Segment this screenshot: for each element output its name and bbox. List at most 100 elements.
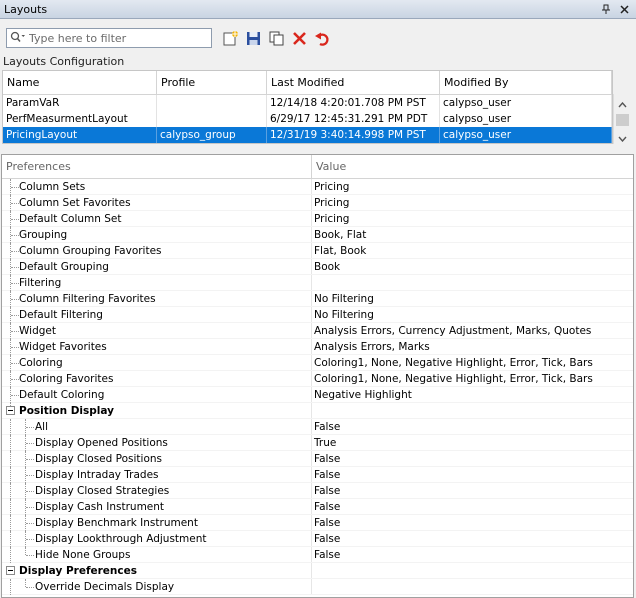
pin-icon[interactable] xyxy=(600,3,612,15)
delete-icon[interactable] xyxy=(291,30,308,47)
preference-row[interactable]: Default Grouping Book xyxy=(2,259,633,275)
layouts-scrollbar[interactable] xyxy=(613,94,630,144)
copy-icon[interactable] xyxy=(268,30,285,47)
preference-value[interactable]: Coloring1, None, Negative Highlight, Err… xyxy=(312,355,593,370)
preference-value[interactable]: False xyxy=(312,499,340,514)
column-header-last-modified[interactable]: Last Modified xyxy=(267,71,440,94)
column-header-name[interactable]: Name xyxy=(3,71,157,94)
preference-name-cell: Display Intraday Trades xyxy=(2,467,312,483)
preference-label: Column Set Favorites xyxy=(19,196,131,209)
search-icon xyxy=(10,31,26,46)
preference-value[interactable]: False xyxy=(312,531,340,546)
preference-value[interactable]: False xyxy=(312,483,340,498)
column-header-modified-by[interactable]: Modified By xyxy=(440,71,612,94)
table-row[interactable]: PerfMeasurmentLayout 6/29/17 12:45:31.29… xyxy=(3,111,612,127)
preference-value[interactable] xyxy=(312,579,314,594)
preference-row[interactable]: Column Set Favorites Pricing xyxy=(2,195,633,211)
preference-row[interactable]: Display Cash Instrument False xyxy=(2,499,633,515)
preference-name-cell: Default Coloring xyxy=(2,387,312,403)
preference-row[interactable]: Override Decimals Display xyxy=(2,579,633,595)
preference-label: Grouping xyxy=(19,228,68,241)
preference-row[interactable]: Default Coloring Negative Highlight xyxy=(2,387,633,403)
preference-value[interactable]: Analysis Errors, Marks xyxy=(312,339,430,354)
preference-name-cell: Coloring Favorites xyxy=(2,371,312,387)
preference-row[interactable]: Display Intraday Trades False xyxy=(2,467,633,483)
preference-row[interactable]: Default Filtering No Filtering xyxy=(2,307,633,323)
preference-row[interactable]: Column Sets Pricing xyxy=(2,179,633,195)
column-header-value[interactable]: Value xyxy=(312,155,346,178)
preference-row[interactable]: Coloring Coloring1, None, Negative Highli… xyxy=(2,355,633,371)
preference-value[interactable]: Coloring1, None, Negative Highlight, Err… xyxy=(312,371,593,386)
preference-row[interactable]: Grouping Book, Flat xyxy=(2,227,633,243)
tree-line xyxy=(11,283,19,284)
preference-value[interactable]: False xyxy=(312,419,340,434)
preference-label: Display Preferences xyxy=(19,564,137,577)
preference-value[interactable]: Flat, Book xyxy=(312,243,366,258)
scroll-up-icon[interactable] xyxy=(618,98,627,108)
preference-row[interactable]: Display Closed Strategies False xyxy=(2,483,633,499)
preference-row[interactable]: Display Closed Positions False xyxy=(2,451,633,467)
preference-row[interactable]: Coloring Favorites Coloring1, None, Negat… xyxy=(2,371,633,387)
preference-row[interactable]: All False xyxy=(2,419,633,435)
collapse-icon[interactable] xyxy=(6,406,15,415)
preference-value[interactable] xyxy=(312,275,314,290)
undo-icon[interactable] xyxy=(314,30,331,47)
save-icon[interactable] xyxy=(245,30,262,47)
preference-value[interactable]: Negative Highlight xyxy=(312,387,412,402)
column-header-profile[interactable]: Profile xyxy=(157,71,267,94)
preference-label: Display Benchmark Instrument xyxy=(35,516,198,529)
preference-row[interactable]: Widget Favorites Analysis Errors, Marks xyxy=(2,339,633,355)
filter-box[interactable] xyxy=(6,28,212,48)
preference-name-cell: Display Preferences xyxy=(2,563,312,578)
preference-row[interactable]: Display Benchmark Instrument False xyxy=(2,515,633,531)
preference-value[interactable]: True xyxy=(312,435,336,450)
preference-value[interactable]: No Filtering xyxy=(312,307,374,322)
preference-row[interactable]: Default Column Set Pricing xyxy=(2,211,633,227)
tree-line xyxy=(10,531,11,547)
tree-line xyxy=(11,315,19,316)
preference-value[interactable]: Analysis Errors, Currency Adjustment, Ma… xyxy=(312,323,591,338)
preference-value[interactable] xyxy=(312,563,314,578)
preference-value[interactable]: False xyxy=(312,547,340,562)
cell-modified-by: calypso_user xyxy=(440,127,612,143)
preference-value[interactable]: Pricing xyxy=(312,195,349,210)
new-layout-icon[interactable] xyxy=(222,30,239,47)
preferences-rows: Column Sets Pricing Column Set Favorites Pr… xyxy=(2,179,633,595)
preference-row[interactable]: Widget Analysis Errors, Currency Adjustme… xyxy=(2,323,633,339)
preference-label: Coloring xyxy=(19,356,63,369)
close-icon[interactable] xyxy=(618,3,630,15)
preference-row[interactable]: Display Opened Positions True xyxy=(2,435,633,451)
tree-line xyxy=(11,363,19,364)
preference-value[interactable]: False xyxy=(312,467,340,482)
preference-row[interactable]: Filtering xyxy=(2,275,633,291)
preference-name-cell: Column Filtering Favorites xyxy=(2,291,312,307)
preference-value[interactable]: Pricing xyxy=(312,179,349,194)
preference-value[interactable]: Book, Flat xyxy=(312,227,366,242)
preference-value[interactable]: False xyxy=(312,515,340,530)
preference-row[interactable]: Display Lookthrough Adjustment False xyxy=(2,531,633,547)
scroll-down-icon[interactable] xyxy=(618,132,627,143)
filter-input[interactable] xyxy=(29,31,204,45)
tree-line xyxy=(11,267,19,268)
layouts-section-label: Layouts Configuration xyxy=(3,55,125,68)
scroll-thumb[interactable] xyxy=(616,114,629,126)
tree-group-row[interactable]: Position Display xyxy=(2,403,633,419)
preference-value[interactable]: Book xyxy=(312,259,340,274)
preference-value[interactable]: Pricing xyxy=(312,211,349,226)
tree-line xyxy=(10,403,11,406)
column-header-preferences[interactable]: Preferences xyxy=(2,155,312,178)
preference-value[interactable] xyxy=(312,403,314,418)
table-row[interactable]: ParamVaR 12/14/18 4:20:01.708 PM PST cal… xyxy=(3,95,612,111)
tree-group-row[interactable]: Display Preferences xyxy=(2,563,633,579)
preference-value[interactable]: No Filtering xyxy=(312,291,374,306)
preference-label: Column Sets xyxy=(19,180,86,193)
preference-row[interactable]: Column Grouping Favorites Flat, Book xyxy=(2,243,633,259)
cell-modified-by: calypso_user xyxy=(440,95,612,111)
table-row-selected[interactable]: PricingLayout calypso_group 12/31/19 3:4… xyxy=(3,127,612,143)
preference-row[interactable]: Column Filtering Favorites No Filtering xyxy=(2,291,633,307)
collapse-icon[interactable] xyxy=(6,566,15,575)
preference-row[interactable]: Hide None Groups False xyxy=(2,547,633,563)
preference-name-cell: Column Sets xyxy=(2,179,312,195)
preference-value[interactable]: False xyxy=(312,451,340,466)
tree-line xyxy=(10,515,11,531)
